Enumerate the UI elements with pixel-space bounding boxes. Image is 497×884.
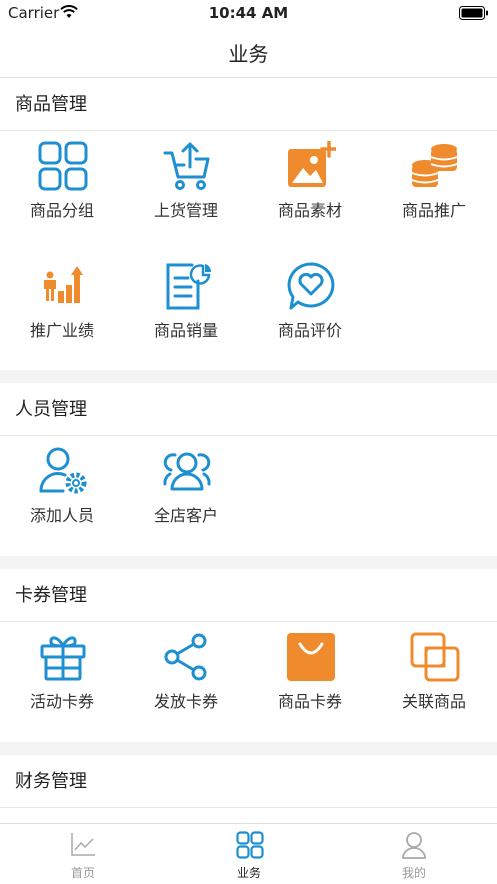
item-label: 商品评价	[277, 321, 342, 340]
tab-business[interactable]: 业务	[166, 824, 332, 884]
tab-home[interactable]: 首页	[0, 824, 166, 884]
section-staff-management: 人员管理 添加人员 全店客户	[0, 383, 497, 556]
shopping-bag-icon	[287, 633, 335, 681]
item-upload-goods[interactable]: 上货管理	[124, 131, 248, 251]
share-icon	[164, 633, 207, 681]
item-label: 发放卡券	[153, 692, 218, 711]
section-title: 商品管理	[15, 94, 87, 115]
sales-report-icon	[166, 263, 212, 310]
item-linked-goods[interactable]: 关联商品	[372, 622, 496, 742]
users-group-icon	[163, 452, 211, 491]
trend-chart-icon	[71, 833, 95, 856]
item-goods-sales[interactable]: 商品销量	[124, 251, 248, 371]
section-goods-management: 商品管理 商品分组 上货管理 商品素材 商品推广 推广业绩 商品销量 商品评价	[0, 78, 497, 370]
tab-bar: 首页 业务 我的	[0, 823, 497, 884]
tab-mine[interactable]: 我的	[331, 824, 497, 884]
image-add-icon	[288, 141, 336, 187]
item-goods-material[interactable]: 商品素材	[248, 131, 372, 251]
section-title: 卡券管理	[15, 585, 87, 606]
section-header: 人员管理	[0, 383, 497, 436]
gift-icon	[40, 636, 86, 681]
item-label: 商品推广	[401, 201, 466, 220]
section-coupon-management: 卡券管理 活动卡券 发放卡券 商品卡券 关联商品	[0, 569, 497, 742]
item-goods-coupon[interactable]: 商品卡券	[248, 622, 372, 742]
status-bar: Carrier 10:44 AM	[0, 0, 497, 26]
item-goods-review[interactable]: 商品评价	[248, 251, 372, 371]
item-goods-promotion[interactable]: 商品推广	[372, 131, 496, 251]
item-label: 商品卡券	[277, 692, 342, 711]
status-time: 10:44 AM	[208, 4, 289, 22]
page-title: 业务	[228, 42, 269, 66]
section-header: 财务管理	[0, 755, 497, 808]
item-label: 添加人员	[29, 506, 94, 525]
item-issue-coupon[interactable]: 发放卡券	[124, 622, 248, 742]
item-label: 推广业绩	[29, 321, 94, 340]
item-promotion-performance[interactable]: 推广业绩	[0, 251, 124, 371]
tab-label: 业务	[236, 866, 261, 880]
item-label: 商品分组	[29, 201, 94, 220]
section-header: 卡券管理	[0, 569, 497, 622]
section-title: 财务管理	[15, 771, 87, 792]
linked-squares-icon	[410, 632, 460, 682]
tab-label: 首页	[70, 866, 95, 880]
heart-chat-icon	[287, 262, 335, 310]
user-settings-icon	[39, 447, 87, 494]
item-label: 全店客户	[153, 506, 218, 525]
tab-label: 我的	[401, 866, 426, 880]
grid-icon	[236, 831, 264, 859]
item-add-staff[interactable]: 添加人员	[0, 436, 124, 556]
nav-bar: 业务	[0, 26, 497, 78]
bar-chart-icon	[44, 266, 83, 303]
item-label: 商品素材	[277, 201, 342, 220]
item-event-coupon[interactable]: 活动卡券	[0, 622, 124, 742]
person-icon	[402, 832, 426, 859]
coins-icon	[411, 144, 458, 187]
item-label: 上货管理	[153, 201, 218, 220]
item-label: 关联商品	[401, 692, 466, 711]
item-goods-group[interactable]: 商品分组	[0, 131, 124, 251]
item-label: 商品销量	[153, 321, 218, 340]
item-label: 活动卡券	[29, 692, 94, 711]
section-header: 商品管理	[0, 78, 497, 131]
section-title: 人员管理	[15, 399, 87, 420]
battery-icon	[459, 6, 488, 20]
item-all-customers[interactable]: 全店客户	[124, 436, 248, 556]
grid-icon	[38, 141, 88, 191]
section-finance-management: 财务管理	[0, 755, 497, 823]
cart-upload-icon	[163, 142, 210, 190]
